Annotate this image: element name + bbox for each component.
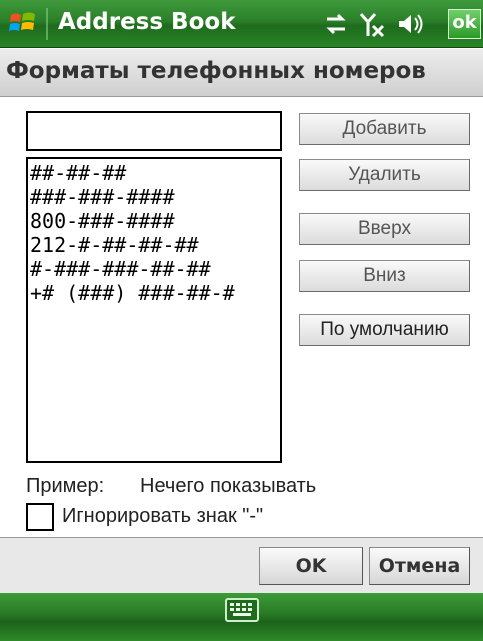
soft-key-bar — [0, 593, 483, 641]
list-item[interactable]: ###-###-#### — [30, 185, 278, 209]
title-separator — [46, 8, 48, 40]
list-item[interactable]: 212-#-##-##-## — [30, 233, 278, 257]
ignore-dash-checkbox[interactable] — [26, 503, 54, 531]
windows-logo-icon[interactable] — [8, 9, 38, 39]
example-label: Пример: — [26, 475, 105, 497]
dialog-button-bar: OK Отмена — [0, 537, 483, 593]
signal-off-icon[interactable] — [358, 10, 386, 38]
set-default-button[interactable]: По умолчанию — [299, 314, 470, 346]
connectivity-icon[interactable] — [322, 10, 350, 38]
format-input[interactable] — [26, 111, 282, 151]
page-header: Форматы телефонных номеров — [0, 49, 483, 97]
ok-title-button[interactable]: ok — [448, 9, 481, 39]
format-list[interactable]: ##-##-## ###-###-#### 800-###-#### 212-#… — [26, 157, 282, 463]
move-up-button[interactable]: Вверх — [299, 213, 470, 245]
ok-button[interactable]: OK — [259, 547, 363, 585]
title-bar: Address Book ok — [0, 0, 483, 48]
app-title: Address Book — [58, 9, 236, 35]
delete-button[interactable]: Удалить — [299, 159, 470, 191]
keyboard-icon[interactable] — [224, 597, 260, 623]
list-item[interactable]: 800-###-#### — [30, 209, 278, 233]
list-item[interactable]: #-###-###-##-## — [30, 257, 278, 281]
list-item[interactable]: +# (###) ###-##-# — [30, 281, 278, 305]
add-button[interactable]: Добавить — [299, 113, 470, 145]
cancel-button[interactable]: Отмена — [369, 547, 470, 585]
example-value: Нечего показывать — [140, 475, 317, 497]
move-down-button[interactable]: Вниз — [299, 260, 470, 292]
page-title: Форматы телефонных номеров — [6, 58, 426, 84]
volume-icon[interactable] — [396, 10, 424, 38]
list-item[interactable]: ##-##-## — [30, 161, 278, 185]
ignore-dash-label[interactable]: Игнорировать знак "-" — [62, 505, 263, 528]
